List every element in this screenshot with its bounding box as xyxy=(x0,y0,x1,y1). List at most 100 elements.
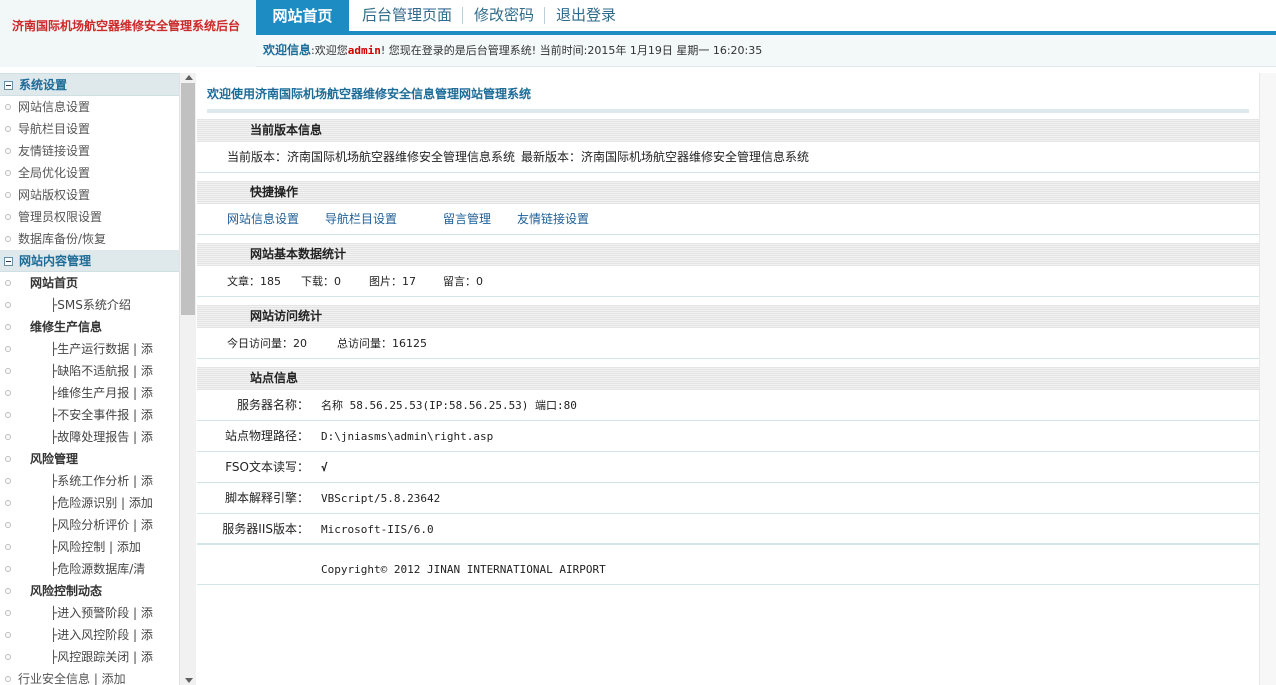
quick-link-messages[interactable]: 留言管理 xyxy=(443,204,491,235)
sidebar-group-system-settings[interactable]: 系统设置 xyxy=(0,74,180,96)
sidebar-item[interactable]: ├风险控制 | 添加 xyxy=(0,536,180,558)
bullet-icon xyxy=(5,368,11,374)
bullet-icon xyxy=(5,412,11,418)
sidebar-item[interactable]: ├风控跟踪关闭 | 添 xyxy=(0,646,180,668)
sidebar-item[interactable]: ├缺陷不适航报 | 添 xyxy=(0,360,180,382)
nav-separator xyxy=(544,7,545,24)
sidebar-item[interactable]: ├系统工作分析 | 添 xyxy=(0,470,180,492)
sidebar-item-label: ├缺陷不适航报 | 添 xyxy=(50,364,153,378)
nav-tab-admin[interactable]: 后台管理页面 xyxy=(362,0,452,31)
stat-images-label: 图片： xyxy=(369,275,402,288)
quick-link-friend-links[interactable]: 友情链接设置 xyxy=(517,204,589,235)
bullet-icon xyxy=(5,522,11,528)
stat-articles-label: 文章： xyxy=(227,275,260,288)
sidebar-subgroup[interactable]: 维修生产信息 xyxy=(0,316,180,338)
sidebar-group-content-management[interactable]: 网站内容管理 xyxy=(0,250,180,272)
sidebar-item[interactable]: ├SMS系统介绍 xyxy=(0,294,180,316)
sidebar-item[interactable]: 行业安全信息 | 添加 xyxy=(0,668,180,685)
sidebar-item-label: ├风险分析评价 | 添 xyxy=(50,518,153,532)
bullet-icon xyxy=(5,478,11,484)
site-info-label: 服务器IIS版本： xyxy=(222,522,309,536)
sidebar-item[interactable]: 友情链接设置 xyxy=(0,140,180,162)
bullet-icon xyxy=(5,500,11,506)
sidebar-subgroup[interactable]: 风险控制动态 xyxy=(0,580,180,602)
collapse-icon[interactable] xyxy=(4,257,13,266)
sidebar-item[interactable]: 导航栏目设置 xyxy=(0,118,180,140)
site-info-value: Microsoft-IIS/6.0 xyxy=(321,523,434,536)
sidebar-item-label: ├生产运行数据 | 添 xyxy=(50,342,153,356)
sidebar-item[interactable]: 管理员权限设置 xyxy=(0,206,180,228)
sidebar-item[interactable]: 全局优化设置 xyxy=(0,162,180,184)
site-info-label: 脚本解释引擎： xyxy=(224,491,309,505)
sidebar-subgroup[interactable]: 网站首页 xyxy=(0,272,180,294)
sidebar-item-label: ├故障处理报告 | 添 xyxy=(50,430,153,444)
current-version-value: 济南国际机场航空器维修安全管理信息系统 xyxy=(287,150,516,164)
sidebar-subgroup[interactable]: 风险管理 xyxy=(0,448,180,470)
sidebar-item[interactable]: ├进入风控阶段 | 添 xyxy=(0,624,180,646)
site-info-row: FSO文本读写： √ xyxy=(197,452,1259,483)
sidebar-item[interactable]: ├生产运行数据 | 添 xyxy=(0,338,180,360)
site-info-value: D:\jniasms\admin\right.asp xyxy=(321,430,494,443)
main-scrollbar[interactable] xyxy=(1259,73,1276,685)
sidebar-item[interactable]: 数据库备份/恢复 xyxy=(0,228,180,250)
stat-downloads-label: 下载： xyxy=(301,275,334,288)
sidebar-item[interactable]: ├危险源识别 | 添加 xyxy=(0,492,180,514)
site-info-label: 服务器名称： xyxy=(236,398,309,412)
quick-link-site-info[interactable]: 网站信息设置 xyxy=(227,204,299,235)
sidebar-item-label: 网站首页 xyxy=(30,276,79,290)
bullet-icon xyxy=(5,632,11,638)
header: 济南国际机场航空器维修安全管理系统后台 网站首页 后台管理页面 修改密码 退出登… xyxy=(0,0,1276,67)
sidebar-item[interactable]: 网站版权设置 xyxy=(0,184,180,206)
sidebar-item-label: 数据库备份/恢复 xyxy=(18,232,107,246)
bullet-icon xyxy=(5,456,11,462)
stat-downloads: 下载：0 xyxy=(301,266,341,297)
sidebar-item-label: ├危险源数据库/清 xyxy=(50,562,146,576)
version-row: 当前版本：济南国际机场航空器维修安全管理信息系统 最新版本：济南国际机场航空器维… xyxy=(197,142,1259,173)
sidebar-item-label: ├风险控制 | 添加 xyxy=(50,540,141,554)
bullet-icon xyxy=(5,236,11,242)
nav-tab-change-password[interactable]: 修改密码 xyxy=(474,0,534,31)
version-latest: 最新版本：济南国际机场航空器维修安全管理信息系统 xyxy=(521,142,809,173)
visits-today-value: 20 xyxy=(293,337,307,350)
sidebar-item-label: ├危险源识别 | 添加 xyxy=(50,496,153,510)
sidebar-item-label: 全局优化设置 xyxy=(18,166,91,180)
site-info-row: 脚本解释引擎： VBScript/5.8.23642 xyxy=(197,483,1259,514)
site-info-label: 站点物理路径： xyxy=(224,429,309,443)
visits-row: 今日访问量：20 总访问量：16125 xyxy=(197,328,1259,359)
sidebar-item[interactable]: ├风险分析评价 | 添 xyxy=(0,514,180,536)
quick-link-nav-settings[interactable]: 导航栏目设置 xyxy=(325,204,397,235)
sidebar-item[interactable]: 网站信息设置 xyxy=(0,96,180,118)
section-stats-header: 网站基本数据统计 xyxy=(197,243,1259,266)
collapse-icon[interactable] xyxy=(4,81,13,90)
visits-total-label: 总访问量： xyxy=(337,337,392,350)
page-title: 欢迎使用济南国际机场航空器维修安全信息管理网站管理系统 xyxy=(207,87,532,101)
sidebar-group-title: 网站内容管理 xyxy=(19,254,92,268)
bullet-icon xyxy=(5,148,11,154)
scroll-down-arrow-icon[interactable] xyxy=(185,678,193,683)
nav-tab-logout[interactable]: 退出登录 xyxy=(556,0,616,31)
sidebar-item[interactable]: ├进入预警阶段 | 添 xyxy=(0,602,180,624)
sidebar-item-label: 导航栏目设置 xyxy=(18,122,91,136)
welcome-text-post: ! 您现在登录的是后台管理系统! 当前时间:2015年 1月19日 星期一 16… xyxy=(380,44,763,57)
stat-images-value: 17 xyxy=(402,275,416,288)
visits-total: 总访问量：16125 xyxy=(337,328,427,359)
top-nav: 网站首页 后台管理页面 修改密码 退出登录 xyxy=(256,0,1276,35)
sidebar-scrollbar[interactable] xyxy=(179,73,196,685)
sidebar-item-label: 网站信息设置 xyxy=(18,100,91,114)
stat-messages-label: 留言： xyxy=(443,275,476,288)
welcome-text-pre: :欢迎您 xyxy=(311,44,348,57)
sidebar-item[interactable]: ├故障处理报告 | 添 xyxy=(0,426,180,448)
sidebar-item[interactable]: ├维修生产月报 | 添 xyxy=(0,382,180,404)
nav-tab-home[interactable]: 网站首页 xyxy=(256,0,349,35)
bullet-icon xyxy=(5,346,11,352)
sidebar-item-label: ├风控跟踪关闭 | 添 xyxy=(50,650,153,664)
site-info-row: 站点物理路径： D:\jniasms\admin\right.asp xyxy=(197,421,1259,452)
latest-version-label: 最新版本： xyxy=(521,150,582,164)
scroll-thumb[interactable] xyxy=(181,83,195,315)
sidebar-item[interactable]: ├危险源数据库/清 xyxy=(0,558,180,580)
welcome-label: 欢迎信息 xyxy=(263,43,312,57)
sidebar-item[interactable]: ├不安全事件报 | 添 xyxy=(0,404,180,426)
welcome-username: admin xyxy=(347,44,381,57)
section-version-header: 当前版本信息 xyxy=(197,119,1259,142)
scroll-up-arrow-icon[interactable] xyxy=(185,75,193,80)
